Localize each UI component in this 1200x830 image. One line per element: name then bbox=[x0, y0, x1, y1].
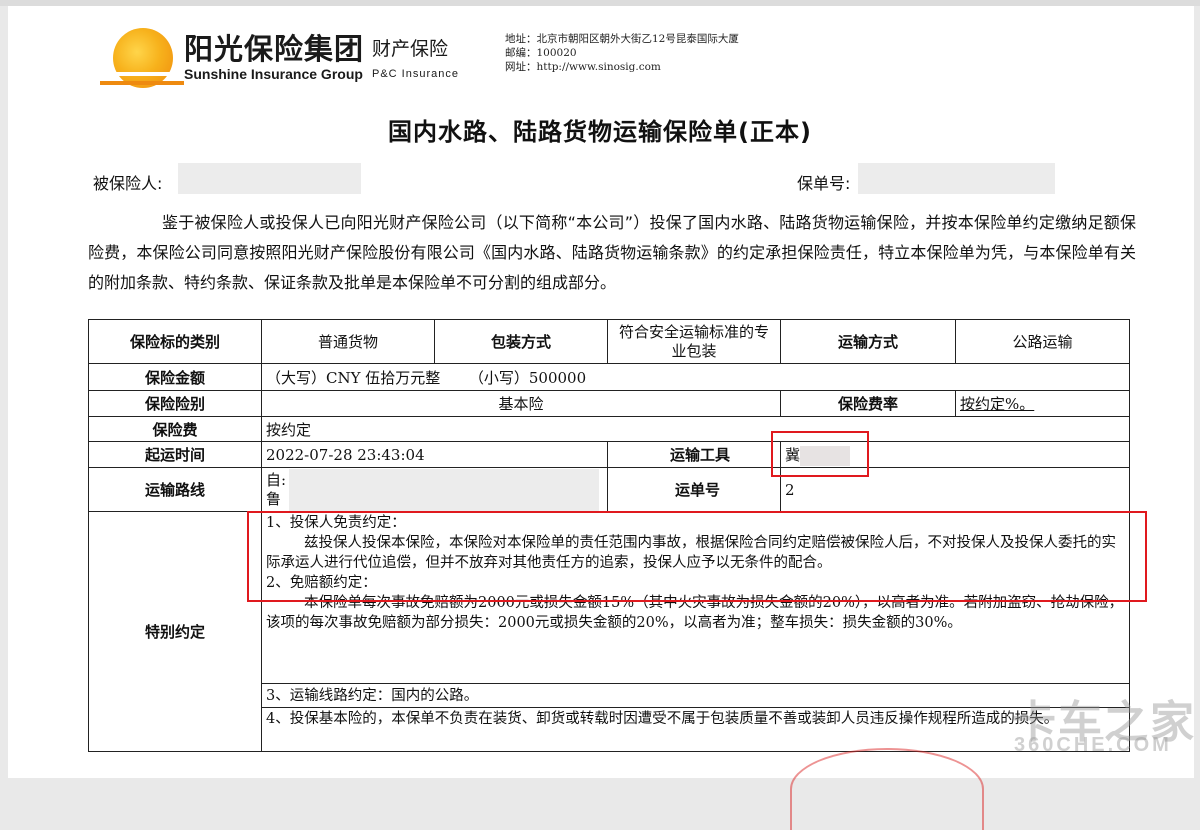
packing-value: 符合安全运输标准的专业包装 bbox=[607, 319, 781, 364]
transport-mode-label: 运输方式 bbox=[780, 319, 956, 364]
sum-insured-value: （大写）CNY 伍拾万元整 （小写）500000 bbox=[261, 363, 1130, 391]
route-value: 自: 鲁 bbox=[261, 467, 608, 512]
policy-no-label: 保单号: bbox=[797, 174, 851, 193]
packing-label: 包装方式 bbox=[434, 319, 608, 364]
insured-label: 被保险人: bbox=[93, 174, 163, 193]
sum-insured-label: 保险金额 bbox=[88, 363, 262, 391]
address-line: 地址：北京市朝阳区朝外大街乙12号昆泰国际大厦 bbox=[505, 33, 739, 45]
vehicle-label: 运输工具 bbox=[607, 441, 781, 468]
table-row: 保险费 按约定 bbox=[88, 416, 1130, 442]
company-seal-stamp bbox=[790, 748, 984, 830]
company-name-en: Sunshine Insurance Group bbox=[184, 66, 363, 82]
table-row: 起运时间 2022-07-28 23:43:04 运输工具 冀 bbox=[88, 441, 1130, 468]
table-row: 保险金额 （大写）CNY 伍拾万元整 （小写）500000 bbox=[88, 363, 1130, 391]
company-contact: 地址：北京市朝阳区朝外大街乙12号昆泰国际大厦 邮编：100020 网址：htt… bbox=[505, 32, 739, 74]
premium-label: 保险费 bbox=[88, 416, 262, 442]
intro-paragraph: 鉴于被保险人或投保人已向阳光财产保险公司（以下简称“本公司”）投保了国内水路、陆… bbox=[88, 213, 1136, 292]
policy-no-redacted bbox=[858, 163, 1055, 194]
premium-value: 按约定 bbox=[261, 416, 1130, 442]
clause-3: 3、运输线路约定：国内的公路。 bbox=[261, 683, 1130, 708]
vehicle-highlight-box bbox=[771, 431, 869, 477]
division-name-en: P&C Insurance bbox=[372, 68, 459, 80]
route-label: 运输路线 bbox=[88, 467, 262, 512]
document-title: 国内水路、陆路货物运输保险单(正本) bbox=[388, 118, 812, 146]
rate-label: 保险费率 bbox=[780, 390, 956, 417]
table-row: 运输路线 自: 鲁 运单号 2 bbox=[88, 467, 1130, 512]
clause-highlight-box bbox=[247, 511, 1147, 602]
company-name-cn: 阳光保险集团 bbox=[184, 32, 365, 66]
logo-underline bbox=[100, 81, 184, 85]
website-line: 网址：http://www.sinosig.com bbox=[505, 61, 661, 73]
transport-mode-value: 公路运输 bbox=[955, 319, 1130, 364]
coverage-value: 基本险 bbox=[261, 390, 781, 417]
clause-4: 4、投保基本险的，本保单不负责在装货、卸货或转载时因遭受不属于包装质量不善或装卸… bbox=[261, 707, 1130, 752]
sun-logo-icon bbox=[101, 28, 185, 88]
division-name-cn: 财产保险 bbox=[372, 38, 449, 60]
departure-value: 2022-07-28 23:43:04 bbox=[261, 441, 608, 468]
departure-label: 起运时间 bbox=[88, 441, 262, 468]
postcode-line: 邮编：100020 bbox=[505, 47, 577, 59]
cargo-type-value: 普通货物 bbox=[261, 319, 435, 364]
route-redacted bbox=[289, 469, 599, 511]
special-label: 特别约定 bbox=[88, 511, 262, 752]
table-row: 保险险别 基本险 保险费率 按约定%。 bbox=[88, 390, 1130, 417]
cargo-type-label: 保险标的类别 bbox=[88, 319, 262, 364]
waybill-label: 运单号 bbox=[607, 467, 781, 512]
watermark-site: 360CHE.COM bbox=[1014, 734, 1172, 756]
rate-value: 按约定%。 bbox=[955, 390, 1130, 417]
table-row: 保险标的类别 普通货物 包装方式 符合安全运输标准的专业包装 运输方式 公路运输 bbox=[88, 319, 1130, 364]
insured-redacted bbox=[178, 163, 361, 194]
coverage-label: 保险险别 bbox=[88, 390, 262, 417]
